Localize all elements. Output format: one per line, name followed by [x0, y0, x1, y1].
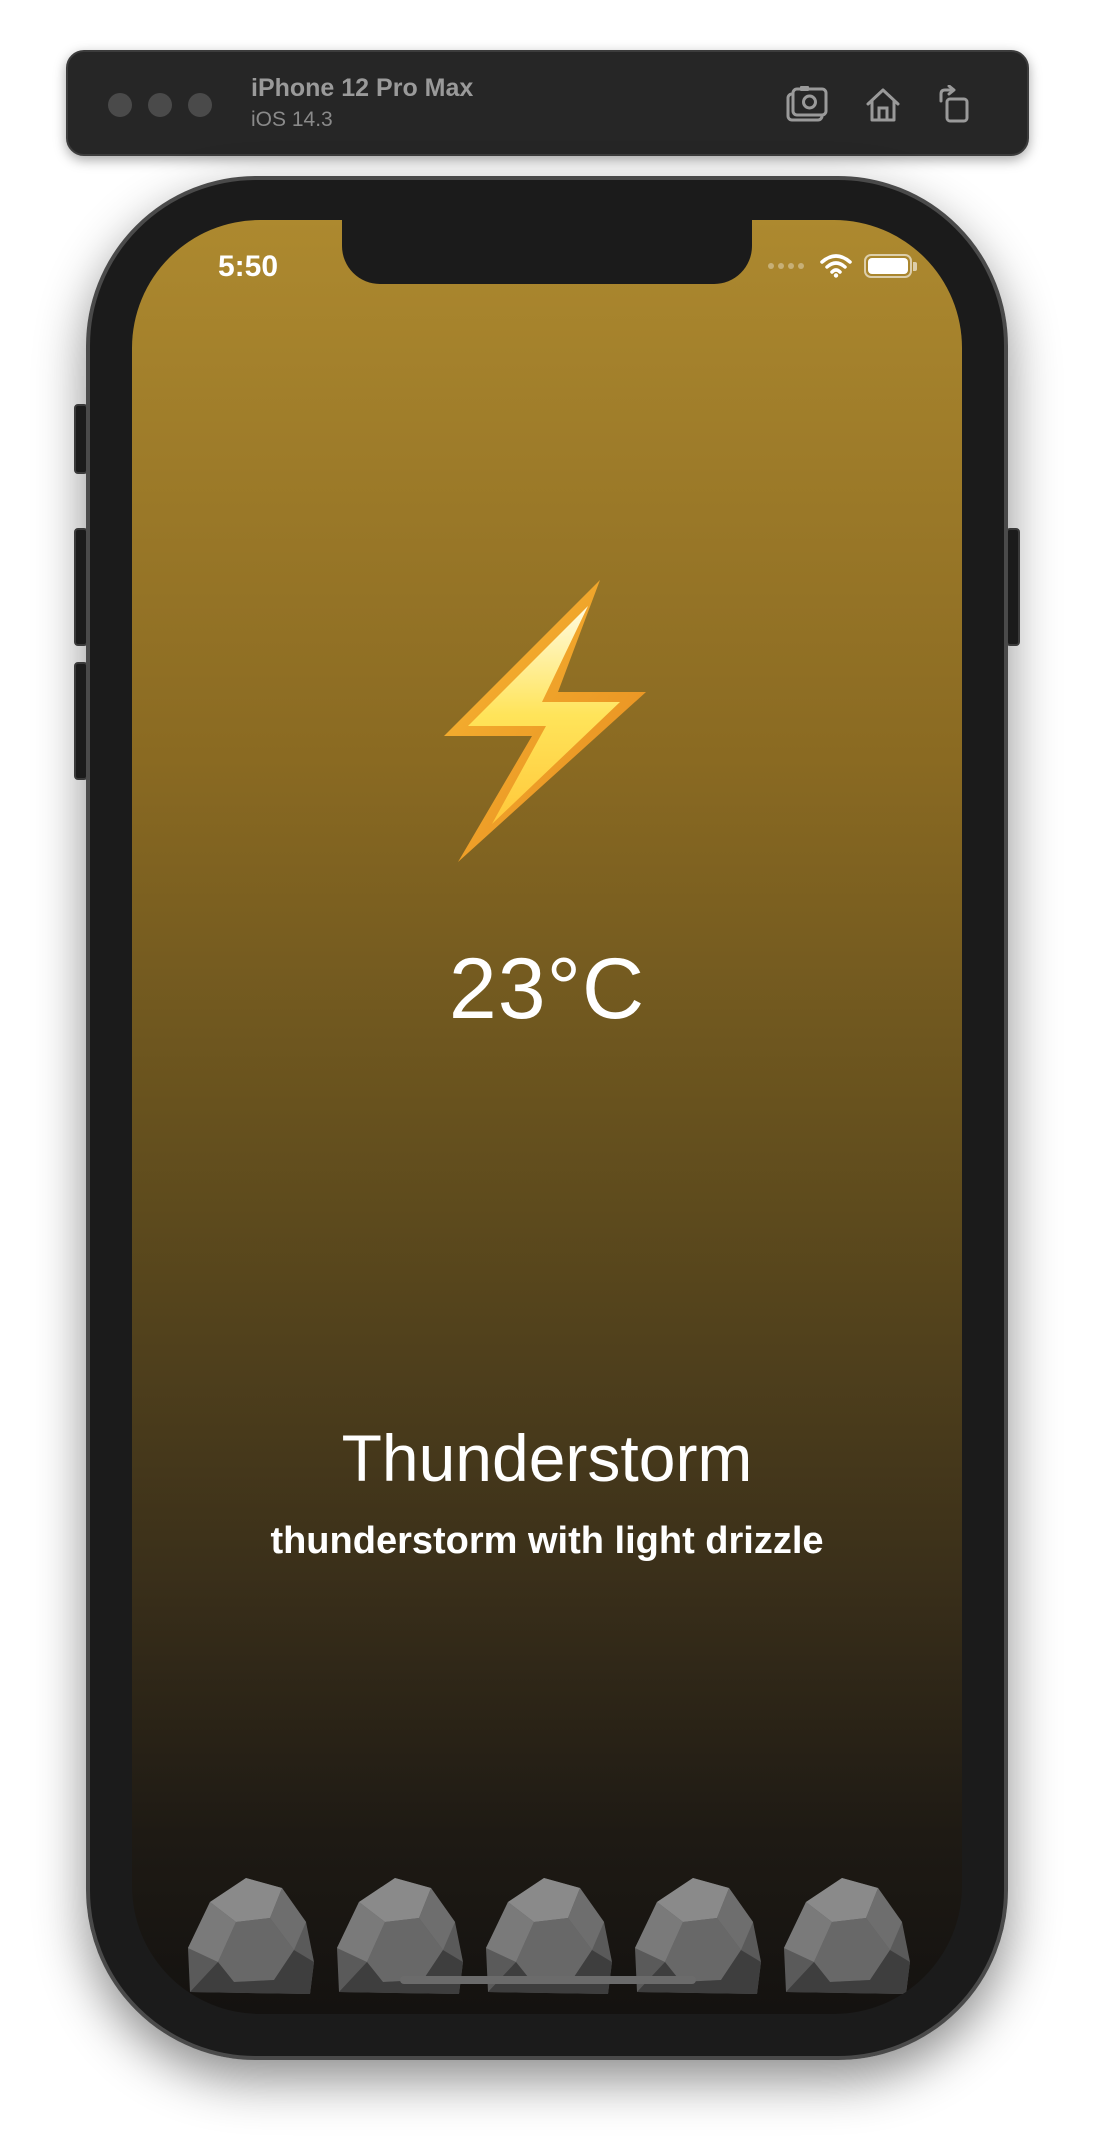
- minimize-window-button[interactable]: [148, 93, 172, 117]
- screenshot-icon: [786, 86, 828, 122]
- wifi-icon: [820, 254, 852, 278]
- screenshot-button[interactable]: [784, 82, 830, 128]
- home-button[interactable]: [860, 82, 906, 128]
- status-icons: [768, 254, 917, 278]
- home-icon: [866, 88, 900, 122]
- notch: [342, 220, 752, 284]
- zoom-window-button[interactable]: [188, 93, 212, 117]
- temperature: 23°C: [448, 941, 646, 1037]
- device-name: iPhone 12 Pro Max: [251, 74, 474, 102]
- weather-condition: Thunderstorm: [341, 1421, 753, 1495]
- weather-description: thunderstorm with light drizzle: [270, 1520, 824, 1562]
- forecast-row: [184, 1870, 914, 2010]
- power-button[interactable]: [1006, 528, 1020, 646]
- close-window-button[interactable]: [108, 93, 132, 117]
- signal-icon: [768, 263, 804, 269]
- rotate-icon: [939, 85, 969, 123]
- simulator-toolbar: iPhone 12 Pro Max iOS 14.3: [66, 50, 1029, 156]
- os-version: iOS 14.3: [251, 108, 333, 131]
- status-time: 5:50: [218, 250, 279, 283]
- rock-icon: [188, 1878, 314, 1994]
- battery-icon: [864, 254, 917, 278]
- rotate-button[interactable]: [932, 82, 978, 128]
- rock-icon: [784, 1878, 910, 1994]
- home-indicator[interactable]: [400, 1976, 696, 1984]
- phone-screen: 5:50 23°C Thunderstorm thunderstorm with…: [132, 220, 962, 2014]
- lightning-bolt-icon: [444, 580, 646, 862]
